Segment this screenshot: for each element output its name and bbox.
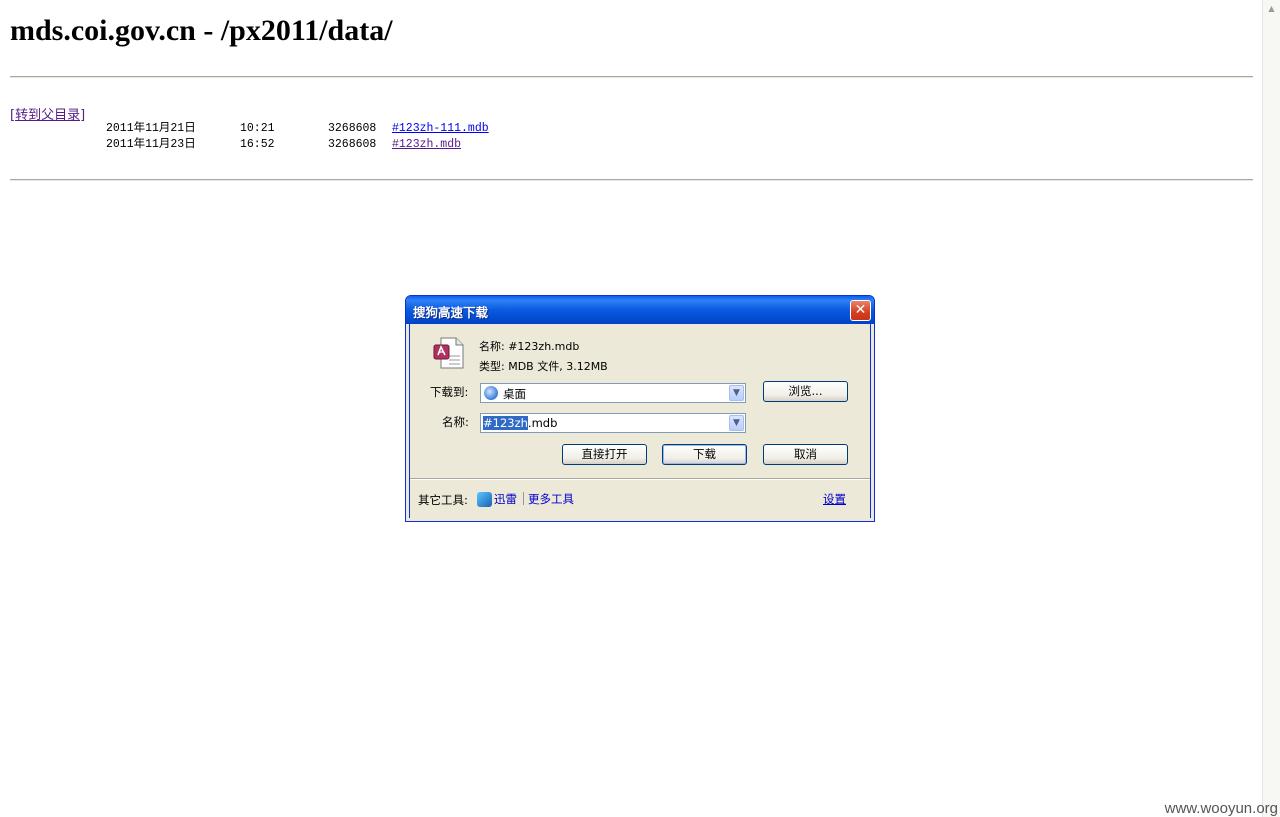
file-type-info: 类型: MDB 文件, 3.12MB [479,360,608,373]
cancel-button[interactable]: 取消 [763,444,848,465]
file-name-selected-text: #123zh [483,416,528,430]
file-date: 2011年11月23日 [106,138,196,151]
file-time: 10:21 [240,122,275,135]
more-tools-link[interactable]: 更多工具 [528,491,574,507]
download-to-value: 桌面 [503,387,526,401]
browse-button[interactable]: 浏览... [763,381,848,402]
chevron-down-icon[interactable]: ▼ [729,415,744,431]
file-name-extension: .mdb [527,416,558,430]
dialog-divider [410,478,870,480]
download-to-label: 下载到: [430,385,469,399]
file-size: 3268608 [328,138,377,151]
download-dialog: 搜狗高速下载 ✕ 名称: #123zh.mdb 类型: MDB 文件, 3.12… [405,295,875,522]
file-link[interactable]: #123zh-111.mdb [392,121,489,137]
open-directly-button[interactable]: 直接打开 [562,444,647,465]
bottom-divider [10,179,1253,181]
top-divider [10,76,1253,78]
vertical-scrollbar[interactable]: ▲ [1262,0,1280,817]
chevron-down-icon[interactable]: ▼ [729,385,744,401]
file-name-label: 名称: [442,415,469,429]
thunder-link[interactable]: 迅雷 [494,491,517,507]
link-divider [523,492,524,505]
mdb-file-icon [433,337,464,369]
other-tools-label: 其它工具: [418,493,468,507]
file-name-value: #123zh.mdb [483,416,557,430]
desktop-icon [484,386,498,400]
watermark: www.wooyun.org [1164,800,1278,817]
dialog-titlebar[interactable]: 搜狗高速下载 ✕ [406,296,874,324]
file-name-input[interactable]: #123zh.mdb ▼ [480,413,746,433]
settings-link[interactable]: 设置 [823,491,846,507]
dialog-title: 搜狗高速下载 [413,305,489,320]
parent-directory-link[interactable]: [转到父目录] [10,104,85,123]
file-date: 2011年11月21日 [106,122,196,135]
page-title: mds.coi.gov.cn - /px2011/data/ [10,14,393,47]
download-button[interactable]: 下载 [662,444,747,465]
file-name-info: 名称: #123zh.mdb [479,340,580,353]
dialog-body: 名称: #123zh.mdb 类型: MDB 文件, 3.12MB 下载到: 桌… [409,324,871,518]
file-time: 16:52 [240,138,275,151]
download-to-select[interactable]: 桌面 ▼ [480,383,746,403]
thunder-icon[interactable] [477,492,492,507]
scroll-up-arrow-icon[interactable]: ▲ [1265,2,1278,15]
file-size: 3268608 [328,122,377,135]
file-link[interactable]: #123zh.mdb [392,137,461,153]
close-icon[interactable]: ✕ [850,300,871,321]
